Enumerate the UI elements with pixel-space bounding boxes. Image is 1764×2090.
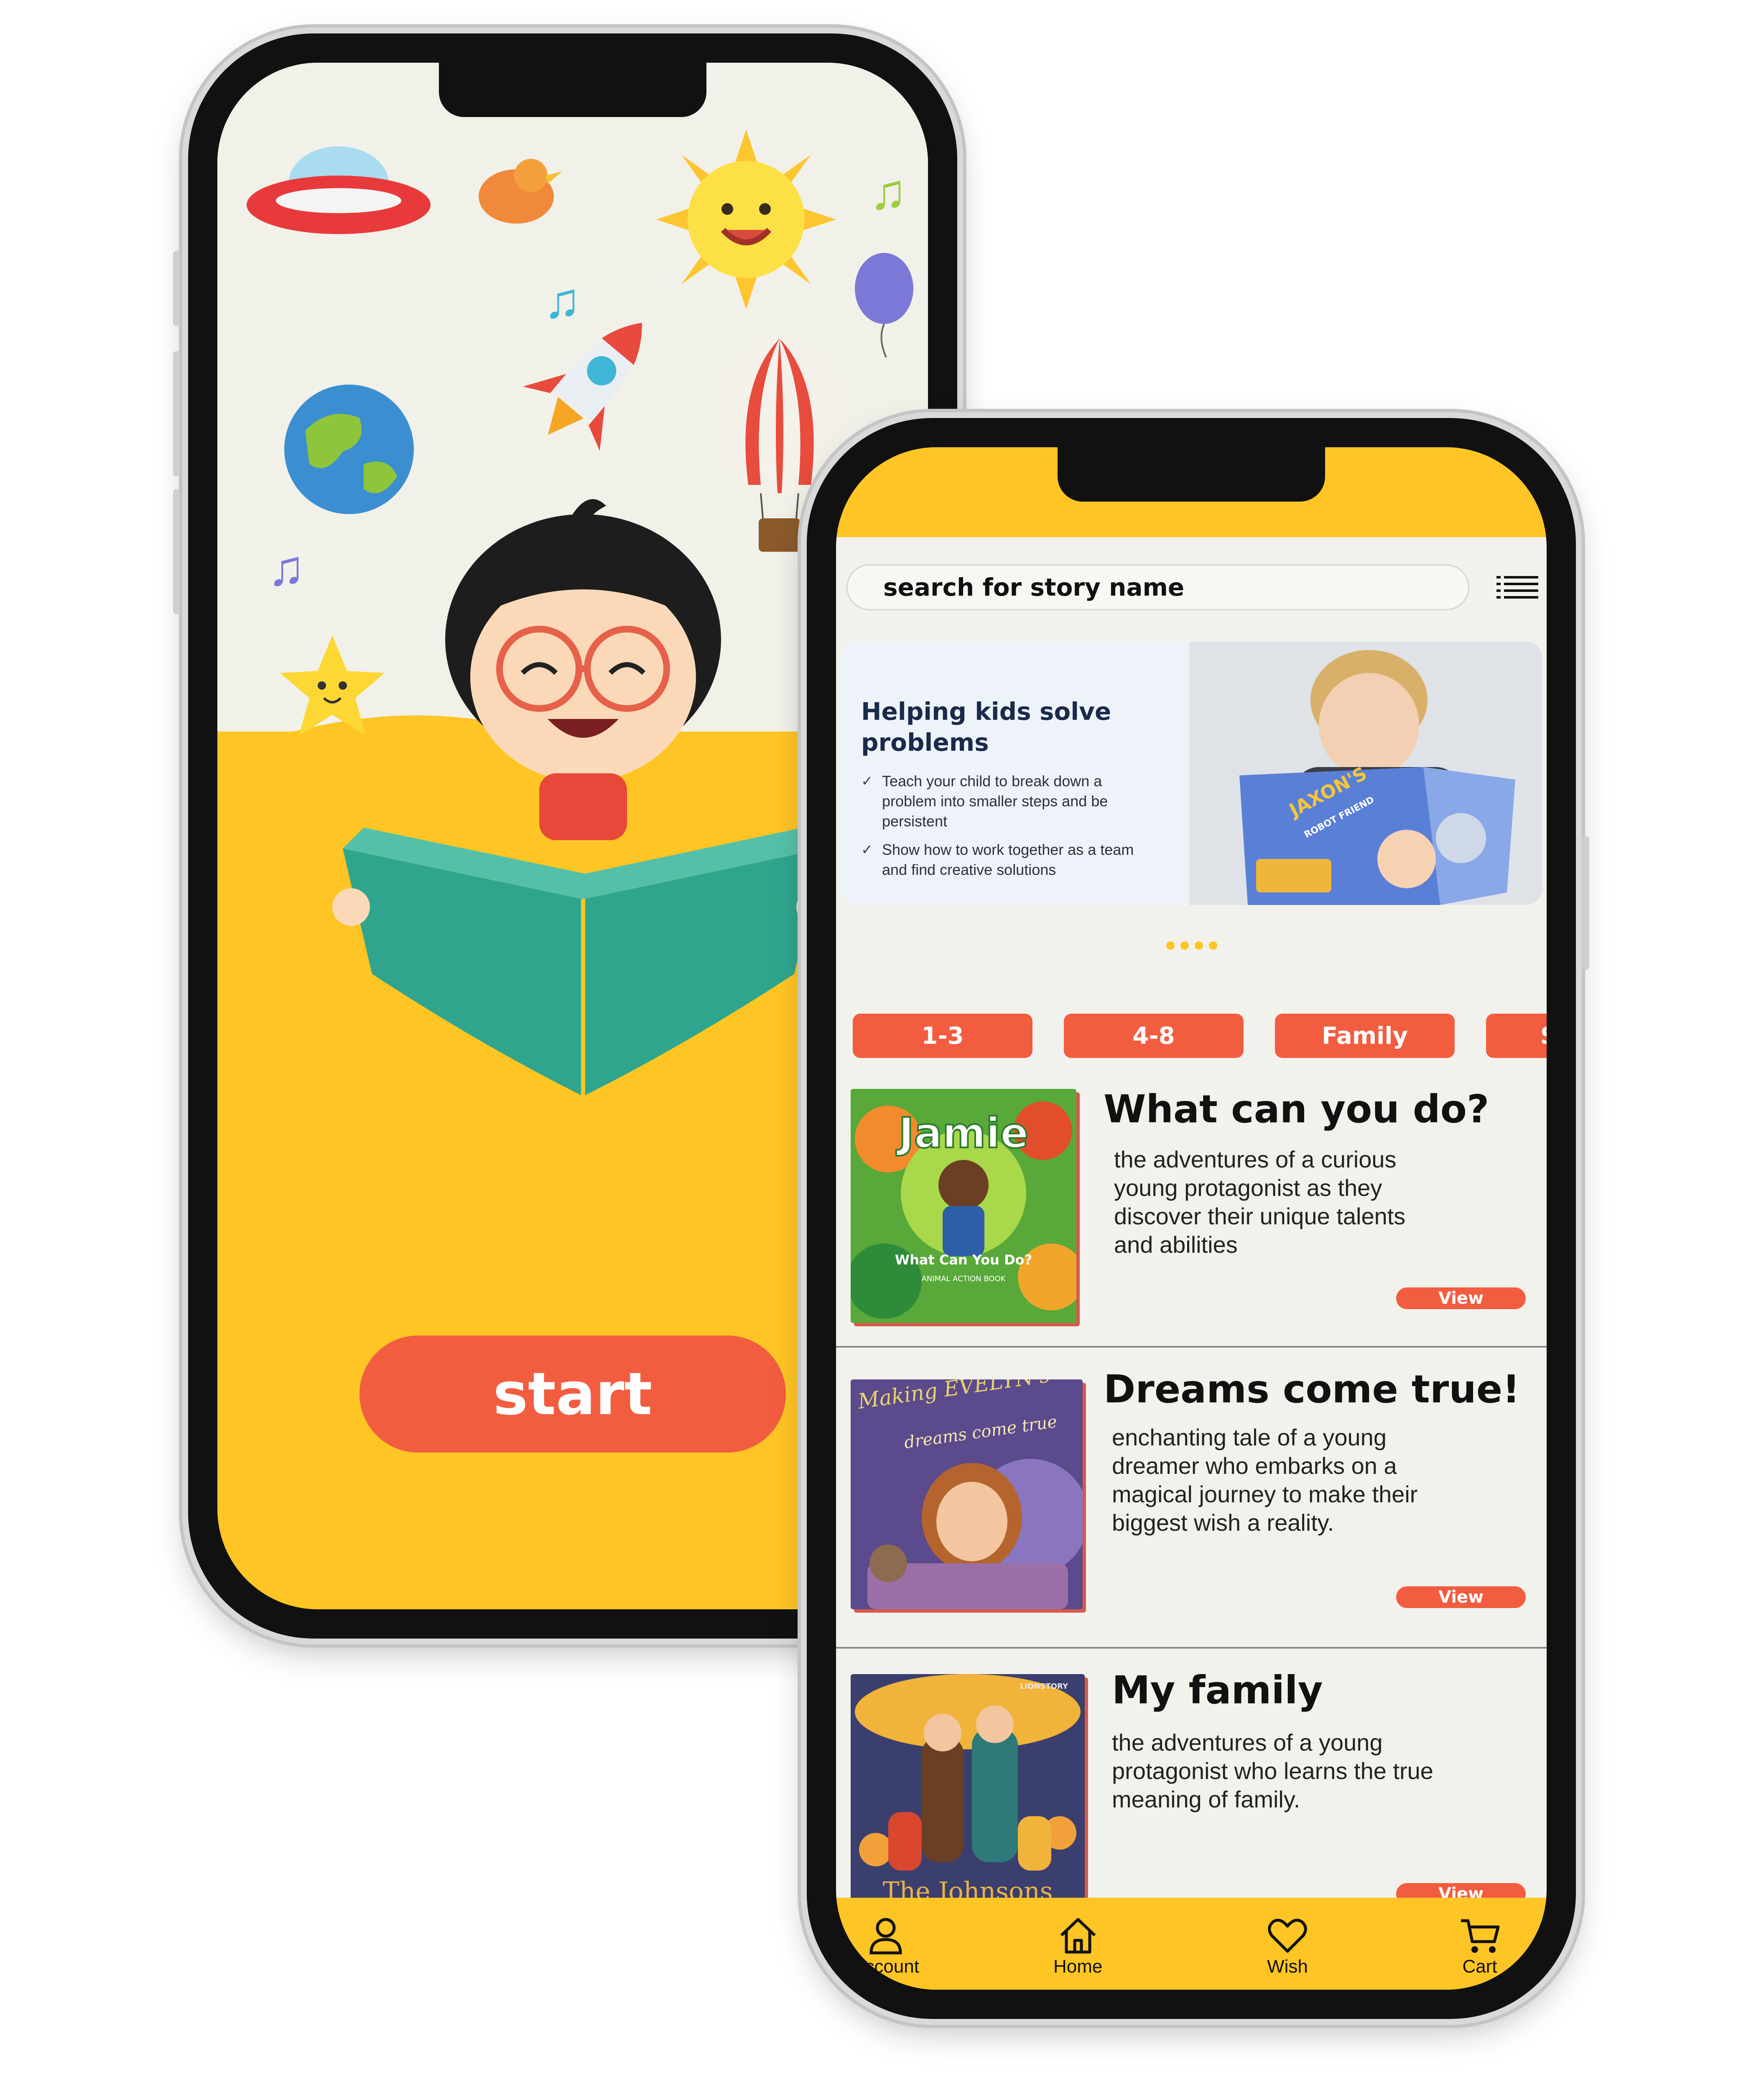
- heart-icon: [1268, 1919, 1307, 1953]
- story-title: What can you do?: [1104, 1087, 1489, 1132]
- carousel-dot[interactable]: [1180, 941, 1189, 950]
- promo-banner[interactable]: Helping kids solve problems ✓ Teach your…: [840, 642, 1542, 905]
- phone-notch: [1058, 447, 1325, 502]
- check-icon: ✓: [861, 773, 873, 789]
- category-chips: 1-3 4-8 Family S: [853, 1014, 1547, 1060]
- carousel-dots[interactable]: [1166, 941, 1217, 950]
- category-chip-4-8[interactable]: 4-8: [1064, 1014, 1244, 1058]
- list-menu-icon[interactable]: [1496, 573, 1538, 602]
- story-description: the adventures of a curious young protag…: [1114, 1146, 1406, 1258]
- story-description: enchanting tale of a young dreamer who e…: [1112, 1424, 1418, 1536]
- search-input[interactable]: search for story name: [846, 564, 1469, 610]
- banner-points: ✓ Teach your child to break down a probl…: [861, 771, 1154, 888]
- carousel-dot[interactable]: [1209, 941, 1217, 950]
- carousel-dot[interactable]: [1195, 941, 1203, 950]
- cover-caption: ANIMAL ACTION BOOK: [921, 1274, 1006, 1283]
- child-reading-illustration: [332, 499, 834, 1095]
- music-note-icon: ♫: [268, 540, 305, 596]
- rocket-icon: [523, 323, 642, 451]
- power-button: [1583, 836, 1589, 970]
- category-chip-family[interactable]: Family: [1275, 1014, 1455, 1058]
- cover-caption: LIONSTORY: [1020, 1682, 1068, 1691]
- banner-photo-child-reading: JAXON'S ROBOT FRIEND: [1189, 642, 1542, 905]
- carousel-dot[interactable]: [1166, 941, 1175, 950]
- story-description: the adventures of a young protagonist wh…: [1112, 1729, 1433, 1812]
- side-button: [173, 251, 180, 326]
- story-card[interactable]: Jamie What Can You Do? ANIMAL ACTION BOO…: [836, 1078, 1547, 1348]
- story-cover-johnsons: LIONSTORY The Johnsons: [851, 1674, 1085, 1910]
- story-card[interactable]: Making EVELYN's dreams come true Dreams …: [836, 1346, 1547, 1649]
- bird-icon: [479, 159, 562, 224]
- music-note-icon: ♫: [869, 164, 907, 220]
- phone-notch: [439, 63, 706, 117]
- music-note-icon: ♫: [543, 273, 581, 329]
- bottom-navigation: Account Home Wish Cart: [836, 1898, 1547, 1990]
- cart-icon: [1461, 1919, 1500, 1953]
- nav-wish[interactable]: Wish: [1267, 1914, 1308, 1977]
- story-cover-jamie: Jamie What Can You Do? ANIMAL ACTION BOO…: [851, 1089, 1076, 1323]
- ufo-icon: [247, 146, 431, 234]
- cover-subtitle: What Can You Do?: [895, 1252, 1032, 1268]
- category-chip-more[interactable]: S: [1486, 1014, 1547, 1058]
- nav-cart[interactable]: Cart: [1459, 1914, 1501, 1977]
- start-button[interactable]: start: [359, 1336, 786, 1453]
- nav-account[interactable]: Account: [853, 1914, 919, 1977]
- banner-title: Helping kids solve problems: [861, 697, 1111, 757]
- sun-icon: [656, 130, 836, 309]
- volume-up-button: [173, 351, 180, 477]
- category-chip-1-3[interactable]: 1-3: [853, 1014, 1032, 1058]
- search-placeholder: search for story name: [883, 573, 1185, 602]
- home-screen: search for story name Helping kids solve…: [836, 447, 1547, 1990]
- user-icon: [869, 1918, 902, 1955]
- view-button[interactable]: View: [1396, 1586, 1526, 1608]
- home-icon: [1060, 1918, 1096, 1954]
- story-cover-evelyn: Making EVELYN's dreams come true: [851, 1379, 1083, 1609]
- balloon-icon: [855, 253, 913, 358]
- view-button[interactable]: View: [1396, 1287, 1526, 1309]
- home-screen-phone: search for story name Helping kids solve…: [807, 418, 1589, 2019]
- volume-down-button: [173, 489, 180, 614]
- story-title: Dreams come true!: [1104, 1367, 1520, 1412]
- nav-home[interactable]: Home: [1053, 1914, 1102, 1977]
- banner-point: ✓ Teach your child to break down a probl…: [861, 771, 1154, 831]
- story-card[interactable]: LIONSTORY The Johnsons My family the adv…: [836, 1647, 1547, 1923]
- banner-point: ✓ Show how to work together as a team an…: [861, 840, 1154, 880]
- story-title: My family: [1112, 1668, 1323, 1713]
- check-icon: ✓: [861, 842, 873, 858]
- cover-title: Jamie: [896, 1109, 1029, 1157]
